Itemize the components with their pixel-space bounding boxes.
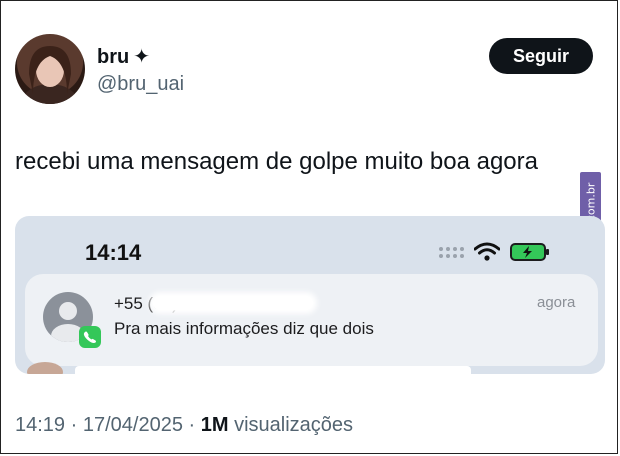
- status-bar-time: 14:14: [85, 240, 142, 265]
- meta-separator: ·: [65, 414, 83, 436]
- sms-notification[interactable]: +55 (37) 9193-7974 agora Pra mais inform…: [25, 274, 598, 366]
- author-handle[interactable]: @bru_uai: [97, 73, 184, 96]
- avatar-photo: [20, 46, 80, 104]
- battery-charging-icon: [510, 243, 549, 261]
- wifi-icon: [474, 242, 500, 261]
- notification-time: agora: [537, 294, 576, 311]
- sparkle-icon: ✦: [133, 46, 150, 68]
- views-label: visualizações: [234, 414, 354, 436]
- meta-separator-2: ·: [182, 414, 201, 436]
- messages-app-icon: [79, 326, 101, 348]
- views-count: 1M: [200, 414, 229, 436]
- tweet-time[interactable]: 14:19: [15, 414, 65, 436]
- author-name[interactable]: bru ✦: [97, 44, 150, 69]
- notification-message: Pra mais informações diz que dois: [114, 319, 374, 338]
- signal-dots-icon: [439, 246, 464, 258]
- author-display-name: bru: [97, 46, 130, 68]
- peek-card: [75, 366, 471, 374]
- status-bar-icons: [439, 240, 549, 264]
- tweet-meta: 14:19 · 17/04/2025 · 1M visualizações: [15, 414, 353, 437]
- follow-button[interactable]: Seguir: [489, 38, 593, 74]
- tweet-date[interactable]: 17/04/2025: [83, 414, 183, 436]
- avatar[interactable]: [15, 34, 85, 104]
- attached-image[interactable]: 14:14 +55 (37) 9193-7974: [15, 216, 605, 374]
- tweet-text: recebi uma mensagem de golpe muito boa a…: [15, 148, 538, 175]
- redaction-scribble: [153, 296, 313, 310]
